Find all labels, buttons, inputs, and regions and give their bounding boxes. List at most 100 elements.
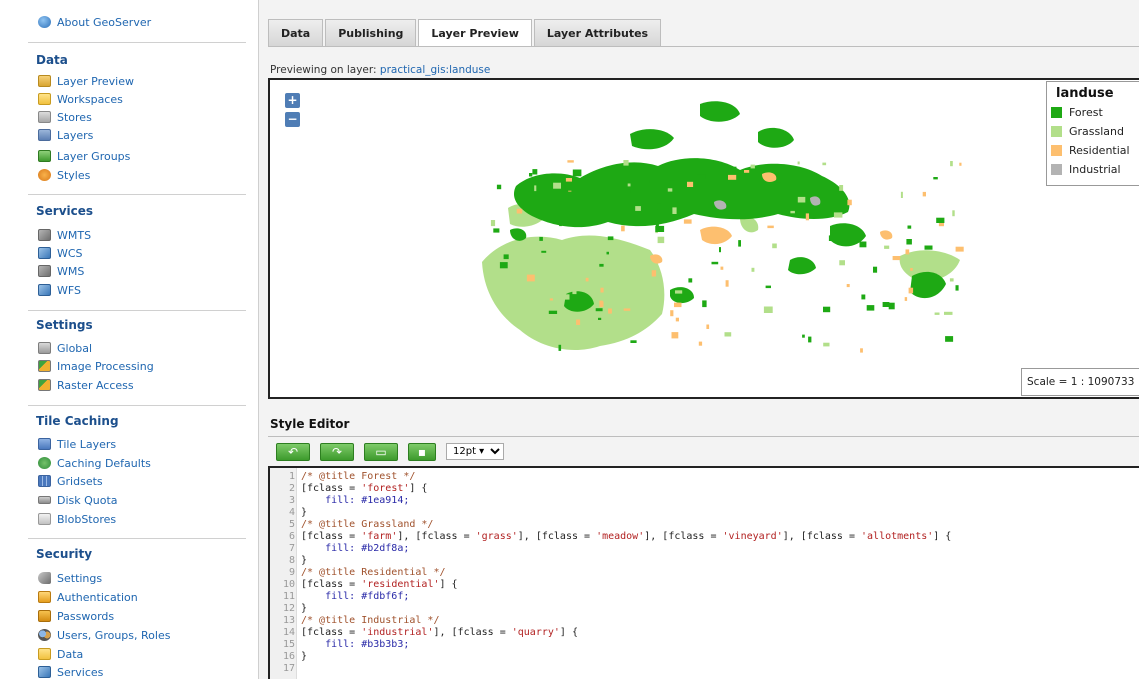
code-text: /* @title Industrial */ [301, 615, 440, 626]
code-editor[interactable]: 1 /* @title Forest */ 2 [fclass = 'forest']… [268, 466, 1139, 679]
land-patch [656, 285, 663, 291]
land-patch [860, 348, 863, 353]
land-patch [687, 181, 694, 187]
land-patch [728, 174, 737, 180]
sidebar-divider [28, 310, 246, 311]
land-patch [671, 332, 679, 339]
forest-area [670, 287, 694, 304]
land-patch [731, 166, 737, 170]
sidebar-item-users-groups-roles[interactable]: Users, Groups, Roles [38, 627, 170, 643]
land-patch [720, 266, 724, 270]
sidebar-item-wfs[interactable]: WFS [38, 282, 81, 298]
undo-button[interactable]: ↶ [276, 442, 310, 461]
sidebar-item-wmts[interactable]: WMTS [38, 227, 91, 243]
tab-layer-attributes[interactable]: Layer Attributes [533, 19, 662, 46]
land-patch [763, 306, 773, 313]
sidebar-item-blobstores[interactable]: BlobStores [38, 511, 116, 527]
preview-layer-link[interactable]: practical_gis:landuse [380, 64, 490, 76]
tab-bar: Data Publishing Layer Preview Layer Attr… [268, 19, 663, 47]
sidebar-item-security-services[interactable]: Services [38, 664, 103, 679]
zoom-in-button[interactable]: + [285, 93, 300, 108]
about-label: About GeoServer [57, 15, 152, 29]
land-patch [828, 235, 837, 241]
styles-icon [38, 169, 51, 181]
sidebar-item-tile-layers[interactable]: Tile Layers [38, 436, 116, 452]
sidebar-item-label: Authentication [57, 590, 138, 604]
sidebar-item-layers[interactable]: Layers [38, 127, 93, 143]
disk-icon [38, 496, 51, 504]
land-patch [952, 210, 955, 217]
tab-data[interactable]: Data [268, 19, 324, 46]
sidebar-item-wms[interactable]: WMS [38, 263, 84, 279]
land-patch [598, 317, 602, 320]
land-patch [576, 319, 581, 325]
line-number: 4 [288, 507, 295, 518]
map-viewport[interactable]: + − landuse Forest Grassland Residential… [268, 78, 1139, 399]
layer-group-icon [38, 150, 51, 162]
land-patch [922, 191, 926, 197]
sidebar-item-label: Stores [57, 110, 92, 124]
zoom-out-button[interactable]: − [285, 112, 300, 127]
land-patch [839, 260, 845, 266]
sidebar-section-services: Services [36, 204, 94, 218]
land-patch [600, 287, 604, 293]
land-patch [539, 236, 543, 241]
undo-icon: ↶ [287, 444, 299, 459]
sidebar-item-image-processing[interactable]: Image Processing [38, 358, 154, 374]
font-size-select[interactable]: 12pt ▾ [446, 443, 504, 460]
line-number: 9 [288, 567, 295, 578]
land-patch [526, 274, 535, 282]
sidebar-item-global[interactable]: Global [38, 340, 92, 356]
line-number: 8 [288, 555, 295, 566]
land-patch [572, 169, 582, 177]
sidebar-item-caching-defaults[interactable]: Caching Defaults [38, 455, 151, 471]
legend-swatch-grassland [1051, 126, 1062, 137]
land-patch [598, 279, 607, 286]
sidebar-item-disk-quota[interactable]: Disk Quota [38, 492, 118, 508]
sidebar-item-wcs[interactable]: WCS [38, 245, 83, 261]
land-patch [562, 294, 570, 300]
sidebar-item-styles[interactable]: Styles [38, 167, 90, 183]
land-patch [635, 206, 641, 211]
land-patch [532, 169, 538, 175]
sidebar-item-label: Image Processing [57, 359, 154, 373]
sidebar-item-label: Raster Access [57, 378, 134, 392]
land-patch [534, 185, 537, 192]
save-style-button[interactable]: ▪ [408, 442, 436, 461]
sidebar-item-workspaces[interactable]: Workspaces [38, 91, 123, 107]
tile-layers-icon [38, 438, 51, 450]
sidebar-item-authentication[interactable]: Authentication [38, 589, 138, 605]
land-patch [696, 174, 706, 180]
legend-item-forest: Forest [1051, 103, 1139, 122]
insert-image-button[interactable]: ▭ [364, 442, 398, 461]
code-text: } [301, 651, 308, 662]
sidebar-item-stores[interactable]: Stores [38, 109, 92, 125]
line-number: 10 [282, 579, 295, 590]
land-patch [906, 239, 912, 245]
sidebar-item-passwords[interactable]: Passwords [38, 608, 114, 624]
sidebar-divider [28, 538, 246, 539]
tab-publishing[interactable]: Publishing [325, 19, 417, 46]
land-patch [518, 300, 524, 306]
land-patch [675, 317, 679, 322]
preview-caption: Previewing on layer: practical_gis:landu… [270, 64, 490, 76]
redo-button[interactable]: ↷ [320, 442, 354, 461]
line-number: 16 [282, 651, 295, 662]
tab-layer-preview[interactable]: Layer Preview [418, 19, 532, 47]
layers-icon [38, 129, 51, 141]
land-patch [744, 170, 750, 173]
about-geoserver-link[interactable]: About GeoServer [38, 14, 151, 30]
land-patch [955, 246, 964, 252]
sidebar-item-security-settings[interactable]: Settings [38, 570, 102, 586]
sidebar-item-security-data[interactable]: Data [38, 646, 83, 662]
sidebar-item-layer-preview[interactable]: Layer Preview [38, 73, 134, 89]
sidebar-item-label: WFS [57, 283, 81, 297]
land-patch [950, 161, 953, 167]
code-text: fill: #b3b3b3; [301, 639, 410, 650]
sidebar-item-layer-groups[interactable]: Layer Groups [38, 148, 130, 164]
land-patch [558, 344, 562, 351]
sidebar-item-raster-access[interactable]: Raster Access [38, 377, 134, 393]
land-patch [493, 228, 500, 233]
land-patch [936, 217, 945, 223]
sidebar-item-gridsets[interactable]: Gridsets [38, 473, 103, 489]
